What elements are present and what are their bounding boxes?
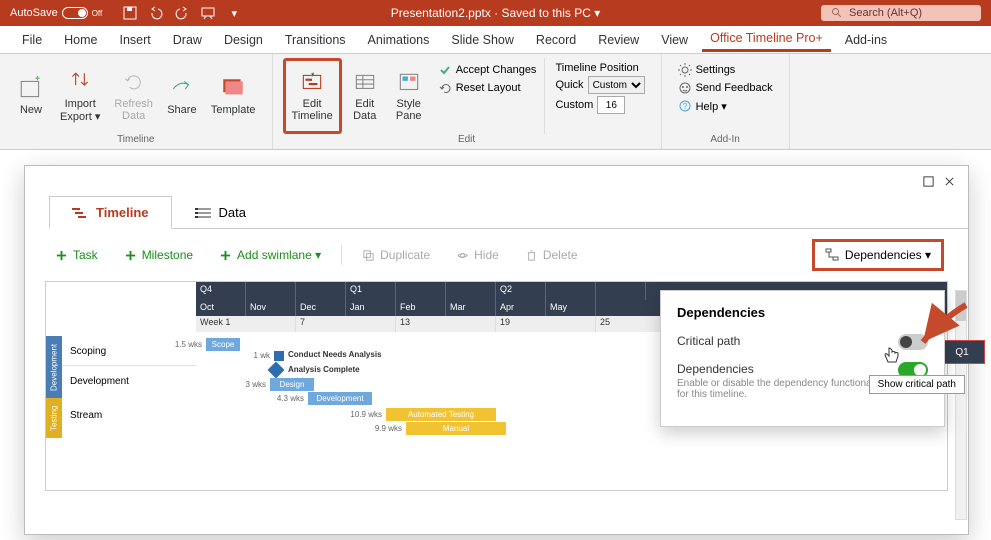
annotation-arrow-icon [911,300,971,350]
task-bar[interactable]: Design [270,378,314,391]
cursor-icon [881,345,903,367]
task-bar[interactable]: Development [308,392,372,405]
critical-path-label: Critical path [677,334,898,348]
panel-toolbar: Task Milestone Add swimlane ▾ Duplicate … [25,229,968,281]
panel-tab-timeline-label: Timeline [96,205,149,220]
tab-insert[interactable]: Insert [112,29,159,51]
edit-timeline-button[interactable]: Edit Timeline [283,58,342,134]
group-label-timeline: Timeline [10,134,262,147]
search-icon [831,7,843,19]
undo-icon[interactable] [148,5,164,21]
ribbon-group-timeline: New Import Export ▾ Refresh Data Share T… [0,54,273,149]
custom-input[interactable] [597,96,625,114]
ribbon: New Import Export ▾ Refresh Data Share T… [0,54,991,150]
deps-toggle-label: Dependencies [677,362,898,376]
template-button[interactable]: Template [205,58,262,134]
ribbon-group-edit: Edit Timeline Edit Data Style Pane Accep… [273,54,662,149]
search-box[interactable]: Search (Alt+Q) [821,5,981,21]
add-swimlane-button[interactable]: Add swimlane ▾ [213,245,327,265]
style-pane-button[interactable]: Style Pane [388,58,430,134]
maximize-icon[interactable] [922,175,935,188]
tab-record[interactable]: Record [528,29,584,51]
save-icon[interactable] [122,5,138,21]
document-title[interactable]: Presentation2.pptx · Saved to this PC ▾ [391,6,600,20]
ribbon-group-addin: Settings Send Feedback ?Help ▾ Add-In [662,54,790,149]
close-icon[interactable] [943,175,956,188]
autosave-toggle[interactable] [62,7,88,19]
tab-home[interactable]: Home [56,29,105,51]
qat-more-icon[interactable]: ▾ [226,5,242,21]
accept-changes-button[interactable]: Accept Changes [438,62,537,78]
dependencies-button[interactable]: Dependencies ▾ [812,239,944,271]
tab-addins[interactable]: Add-ins [837,29,895,51]
band-development: Development [46,336,62,398]
feedback-button[interactable]: Send Feedback [678,80,773,96]
redo-icon[interactable] [174,5,190,21]
help-button[interactable]: ?Help ▾ [678,98,773,114]
tab-office-timeline[interactable]: Office Timeline Pro+ [702,27,831,52]
ribbon-tabs: File Home Insert Draw Design Transitions… [0,26,991,54]
deps-popup-title: Dependencies [677,305,928,320]
tab-transitions[interactable]: Transitions [277,29,354,51]
group-label-addin: Add-In [672,134,779,147]
tab-view[interactable]: View [653,29,696,51]
add-milestone-button[interactable]: Milestone [118,245,199,265]
tab-draw[interactable]: Draw [165,29,210,51]
new-button[interactable]: New [10,58,52,134]
task-bar[interactable]: Scope [206,338,240,351]
autosave-label: AutoSave [10,7,58,19]
row-stream[interactable]: Stream [62,398,196,438]
edit-data-button[interactable]: Edit Data [344,58,386,134]
panel-tab-timeline[interactable]: Timeline [49,196,172,229]
band-testing: Testing [46,398,62,438]
import-export-button[interactable]: Import Export ▾ [54,58,106,134]
quick-access-toolbar: ▾ [122,5,242,21]
panel-tab-data-label: Data [219,205,246,220]
quick-label: Quick [555,79,583,91]
add-task-button[interactable]: Task [49,245,104,265]
autosave[interactable]: AutoSave Off [10,7,102,19]
presenter-icon[interactable] [200,5,216,21]
dependencies-label: Dependencies ▾ [845,248,931,262]
duplicate-button[interactable]: Duplicate [356,245,436,265]
group-label-edit: Edit [283,134,651,147]
tab-slideshow[interactable]: Slide Show [443,29,522,51]
delete-button[interactable]: Delete [519,245,584,265]
custom-label: Custom [555,99,593,111]
deps-toggle-desc: Enable or disable the dependency functio… [677,378,898,400]
panel-tab-data[interactable]: Data [172,196,269,229]
tab-file[interactable]: File [14,29,50,51]
quick-select[interactable]: Custom [588,76,645,94]
critical-path-tooltip: Show critical path [869,375,965,394]
timeline-position-label: Timeline Position [555,62,644,74]
autosave-state: Off [92,9,103,18]
settings-button[interactable]: Settings [678,62,773,78]
search-placeholder: Search (Alt+Q) [849,7,922,19]
tab-animations[interactable]: Animations [360,29,438,51]
panel-tabs: Timeline Data [49,196,968,229]
svg-text:?: ? [682,102,687,111]
tab-review[interactable]: Review [590,29,647,51]
hide-button[interactable]: Hide [450,245,505,265]
task-bar[interactable]: Automated Testing [386,408,496,421]
share-button[interactable]: Share [161,58,203,134]
tab-design[interactable]: Design [216,29,271,51]
row-development[interactable]: Development [62,366,196,396]
task-bar[interactable]: Manual [406,422,506,435]
milestone-diamond[interactable] [268,362,285,379]
refresh-button[interactable]: Refresh Data [108,58,159,134]
reset-layout-button[interactable]: Reset Layout [438,80,537,96]
titlebar: AutoSave Off ▾ Presentation2.pptx · Save… [0,0,991,26]
task-label: Conduct Needs Analysis [288,350,382,359]
